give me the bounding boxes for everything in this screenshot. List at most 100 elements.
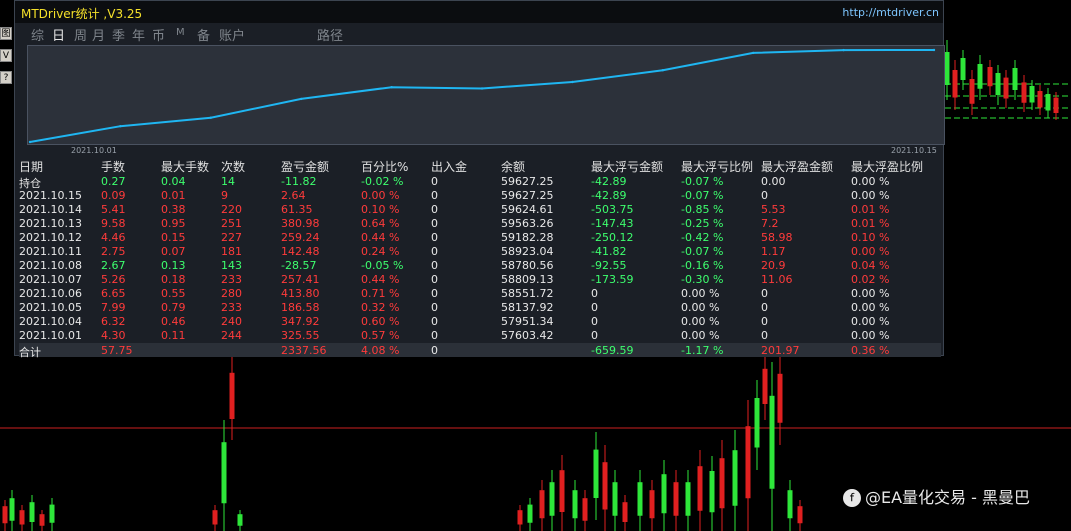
table-cell: 58551.72 [501, 287, 554, 300]
table-cell: 57603.42 [501, 329, 554, 342]
column-header[interactable]: 余额 [501, 158, 525, 175]
table-row[interactable]: 2021.10.05 7.99 0.79 233 186.58 0.32 % 0 58137.… [19, 300, 941, 314]
equity-line-chart [28, 48, 936, 144]
column-header[interactable]: 盈亏金额 [281, 158, 329, 175]
table-row[interactable]: 2021.10.06 6.65 0.55 280 413.80 0.71 % 0 58551.… [19, 286, 941, 300]
table-cell: 0.00 % [681, 301, 720, 314]
equity-line [29, 49, 935, 143]
tab-10[interactable]: 路径 [317, 25, 343, 44]
side-button-help[interactable]: ? [0, 71, 12, 84]
table-cell: 0.57 % [361, 329, 400, 342]
table-cell: 0.95 [161, 217, 186, 230]
table-cell: 0 [761, 287, 768, 300]
equity-point [932, 48, 936, 52]
table-cell: -42.89 [591, 175, 627, 188]
title-bar[interactable]: MTDriver统计 ,V3.25 http://mtdriver.cn [15, 1, 943, 23]
candle-body [527, 504, 533, 523]
candle-body [237, 514, 243, 526]
table-cell: -41.82 [591, 245, 627, 258]
table-cell: -0.30 % [681, 273, 724, 286]
open-positions-row[interactable]: 持仓 0.27 0.04 14 -11.82 -0.02 % 0 59627.25 -42.89… [19, 174, 941, 190]
table-cell: 0.00 % [681, 287, 720, 300]
website-link[interactable]: http://mtdriver.cn [842, 6, 939, 19]
table-cell: 0 [431, 175, 438, 188]
table-cell: 0.00 [761, 175, 786, 188]
table-cell: -92.55 [591, 259, 627, 272]
tab-7[interactable]: M [176, 27, 185, 38]
column-header[interactable]: 最大浮盈金额 [761, 158, 833, 175]
column-header[interactable]: 日期 [19, 158, 43, 175]
table-row[interactable]: 2021.10.12 4.46 0.15 227 259.24 0.44 % 0 59182.… [19, 230, 941, 244]
table-cell: 58809.13 [501, 273, 554, 286]
tab-5[interactable]: 年 [132, 25, 145, 44]
table-cell: 0.07 [161, 245, 186, 258]
candle-body [1012, 68, 1018, 90]
total-row[interactable]: 合计 57.75 2337.56 4.08 % 0 -659.59 -1.17 % 201.9… [19, 343, 941, 359]
table-cell: 0 [431, 203, 438, 216]
tab-3[interactable]: 月 [92, 25, 105, 44]
table-cell: 325.55 [281, 329, 320, 342]
table-cell: 0.00 % [361, 189, 400, 202]
table-cell: -147.43 [591, 217, 634, 230]
candle-body [582, 498, 588, 521]
table-cell: 0.11 [161, 329, 186, 342]
table-row[interactable]: 2021.10.04 6.32 0.46 240 347.92 0.60 % 0 57951.… [19, 314, 941, 328]
table-cell: 0.00 % [681, 315, 720, 328]
equity-point [390, 85, 393, 89]
table-cell: 61.35 [281, 203, 313, 216]
tab-1[interactable]: 日 [52, 25, 65, 44]
table-cell: -0.07 % [681, 245, 724, 258]
watermark-text: @EA量化交易 - 黑曼巴 [865, 488, 1031, 507]
candle-body [719, 458, 725, 509]
table-cell: 0.09 [101, 189, 126, 202]
table-cell: 9 [221, 189, 228, 202]
table-cell: 2.67 [101, 259, 126, 272]
column-header[interactable]: 最大浮亏比例 [681, 158, 753, 175]
table-cell: 0.10 % [851, 231, 890, 244]
table-cell: 0 [591, 301, 598, 314]
table-cell: 5.41 [101, 203, 126, 216]
tab-2[interactable]: 周 [74, 25, 87, 44]
table-cell: 2021.10.01 [19, 329, 82, 342]
table-row[interactable]: 2021.10.08 2.67 0.13 143 -28.57 -0.05 % 0 58780… [19, 258, 941, 272]
column-header[interactable]: 最大手数 [161, 158, 209, 175]
candle-body [709, 471, 715, 513]
table-row[interactable]: 2021.10.01 4.30 0.11 244 325.55 0.57 % 0 57603.… [19, 328, 941, 342]
side-button-chart[interactable]: 图 [0, 27, 12, 40]
column-header[interactable]: 次数 [221, 158, 245, 175]
table-cell: 280 [221, 287, 242, 300]
candle-body [987, 67, 993, 87]
candle-body [745, 426, 751, 499]
candle-body [593, 449, 599, 498]
equity-point [571, 80, 574, 84]
equity-point [300, 97, 303, 101]
column-header[interactable]: 出入金 [431, 158, 467, 175]
table-cell: 58780.56 [501, 259, 554, 272]
column-header[interactable]: 最大浮盈比例 [851, 158, 923, 175]
table-row[interactable]: 2021.10.14 5.41 0.38 220 61.35 0.10 % 0 59624.6… [19, 202, 941, 216]
table-cell: -0.16 % [681, 259, 724, 272]
tab-6[interactable]: 币 [152, 25, 165, 44]
tab-0[interactable]: 综 [31, 25, 44, 44]
column-header[interactable]: 最大浮亏金额 [591, 158, 663, 175]
side-button-v[interactable]: V [0, 49, 12, 62]
table-cell: 0.15 [161, 231, 186, 244]
table-cell: 0.02 % [851, 273, 890, 286]
table-row[interactable]: 2021.10.07 5.26 0.18 233 257.41 0.44 % 0 58809.… [19, 272, 941, 286]
watermark: ꬵ @EA量化交易 - 黑曼巴 [843, 484, 1030, 508]
candle-body [685, 482, 691, 516]
table-row[interactable]: 2021.10.11 2.75 0.07 181 142.48 0.24 % 0 58923.… [19, 244, 941, 258]
table-cell: 0 [431, 245, 438, 258]
candle-body [572, 490, 578, 519]
table-cell: 2021.10.04 [19, 315, 82, 328]
tab-9[interactable]: 账户 [219, 25, 245, 44]
table-cell: 0.00 % [851, 329, 890, 342]
chart-end-date: 2021.10.15 [891, 146, 937, 155]
tab-8[interactable]: 备 [197, 25, 210, 44]
table-row[interactable]: 2021.10.13 9.58 0.95 251 380.98 0.64 % 0 59563.… [19, 216, 941, 230]
column-header[interactable]: 百分比% [361, 158, 408, 175]
table-row[interactable]: 2021.10.15 0.09 0.01 9 2.64 0.00 % 0 59627.25 -4… [19, 188, 941, 202]
column-header[interactable]: 手数 [101, 158, 125, 175]
tab-4[interactable]: 季 [112, 25, 125, 44]
candle-body [673, 482, 679, 516]
